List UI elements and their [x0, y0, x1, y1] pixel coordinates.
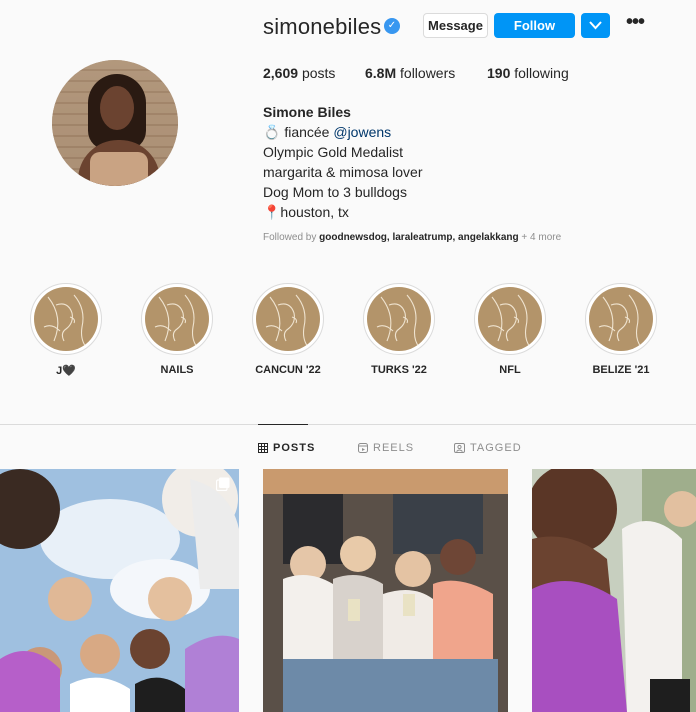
highlight-image — [589, 287, 653, 351]
message-button[interactable]: Message — [423, 13, 488, 38]
highlight-cover — [141, 283, 213, 355]
line-art-face-icon — [487, 294, 531, 348]
avatar-top — [90, 152, 148, 186]
profile-full-name: Simone Biles — [263, 104, 351, 120]
highlight-image — [478, 287, 542, 351]
line-art-face-icon — [154, 294, 198, 348]
followers-stat[interactable]: 6.8M followers — [365, 65, 455, 81]
avatar-face — [100, 86, 134, 130]
line-art-face-icon — [43, 294, 87, 348]
post-image-friends — [263, 469, 508, 712]
highlight-item[interactable]: TURKS '22 — [363, 283, 435, 376]
highlight-label: NAILS — [160, 364, 194, 376]
following-count: 190 — [487, 65, 511, 81]
highlight-label: NFL — [499, 364, 521, 376]
highlight-image — [34, 287, 98, 351]
tab-tagged[interactable]: TAGGED — [454, 442, 522, 454]
tab-posts[interactable]: POSTS — [258, 442, 315, 454]
tab-reels-label: REELS — [373, 442, 415, 454]
tab-tagged-label: TAGGED — [470, 442, 522, 454]
bio-line-fiancee: 💍 fiancée @jowens — [263, 122, 423, 142]
suggested-dropdown-button[interactable] — [581, 13, 610, 38]
followed-by[interactable]: Followed by goodnewsdog, laraleatrump, a… — [263, 232, 561, 243]
post-image-athlete — [532, 469, 696, 712]
tab-reels[interactable]: REELS — [358, 442, 414, 454]
tab-posts-label: POSTS — [273, 442, 316, 454]
mention-link[interactable]: @jowens — [333, 124, 391, 140]
posts-count: 2,609 — [263, 65, 299, 81]
highlight-cover — [474, 283, 546, 355]
highlight-item[interactable]: NFL — [474, 283, 546, 376]
highlight-cover — [585, 283, 657, 355]
highlight-item[interactable]: NAILS — [141, 283, 213, 376]
active-tab-indicator — [258, 424, 308, 425]
highlight-cover — [252, 283, 324, 355]
grid-icon — [258, 443, 268, 453]
profile-avatar[interactable] — [52, 60, 178, 186]
highlight-label: BELIZE '21 — [592, 364, 650, 376]
highlight-image — [256, 287, 320, 351]
following-label: following — [514, 65, 569, 81]
following-stat[interactable]: 190 following — [487, 65, 569, 81]
followers-label: followers — [400, 65, 456, 81]
post-image-huddle — [0, 469, 239, 712]
bio-line-drinks: margarita & mimosa lover — [263, 164, 423, 180]
line-art-face-icon — [265, 294, 309, 348]
tabs-divider — [0, 424, 696, 425]
highlight-label: CANCUN '22 — [255, 364, 321, 376]
highlight-label: TURKS '22 — [371, 364, 427, 376]
bio-line-dogs: Dog Mom to 3 bulldogs — [263, 184, 407, 200]
follow-button[interactable]: Follow — [494, 13, 575, 38]
reels-icon — [358, 443, 368, 453]
highlight-label: J🖤 — [56, 365, 76, 377]
line-art-face-icon — [598, 294, 642, 348]
highlight-cover — [363, 283, 435, 355]
bio-fiancee-text: 💍 fiancée — [263, 124, 334, 140]
line-art-face-icon — [376, 294, 420, 348]
posts-label: posts — [301, 65, 336, 81]
post-tile[interactable] — [532, 469, 696, 712]
chevron-down-icon — [589, 21, 602, 30]
highlight-image — [367, 287, 431, 351]
followed-by-users[interactable]: goodnewsdog, laraleatrump, angelakkang — [319, 232, 519, 243]
bio-line-medalist: Olympic Gold Medalist — [263, 144, 404, 160]
profile-bio: Simone Biles 💍 fiancée @jowens Olympic G… — [263, 102, 423, 222]
highlight-cover — [30, 283, 102, 355]
profile-username: simonebiles — [263, 14, 382, 39]
post-tile[interactable] — [263, 469, 508, 712]
highlight-item[interactable]: CANCUN '22 — [252, 283, 324, 376]
bio-line-location: 📍houston, tx — [263, 204, 349, 220]
tagged-icon — [454, 443, 465, 453]
followed-by-more: + 4 more — [518, 232, 562, 243]
followers-count: 6.8M — [365, 65, 397, 81]
highlight-item[interactable]: J🖤 — [30, 283, 102, 377]
verified-badge-icon: ✓ — [384, 18, 400, 34]
highlight-image — [145, 287, 209, 351]
followed-by-prefix: Followed by — [263, 232, 320, 243]
post-tile[interactable] — [0, 469, 239, 712]
highlight-item[interactable]: BELIZE '21 — [585, 283, 657, 376]
more-options-icon[interactable]: ••• — [624, 12, 646, 36]
posts-stat[interactable]: 2,609 posts — [263, 65, 335, 81]
multiple-icon — [216, 477, 230, 491]
